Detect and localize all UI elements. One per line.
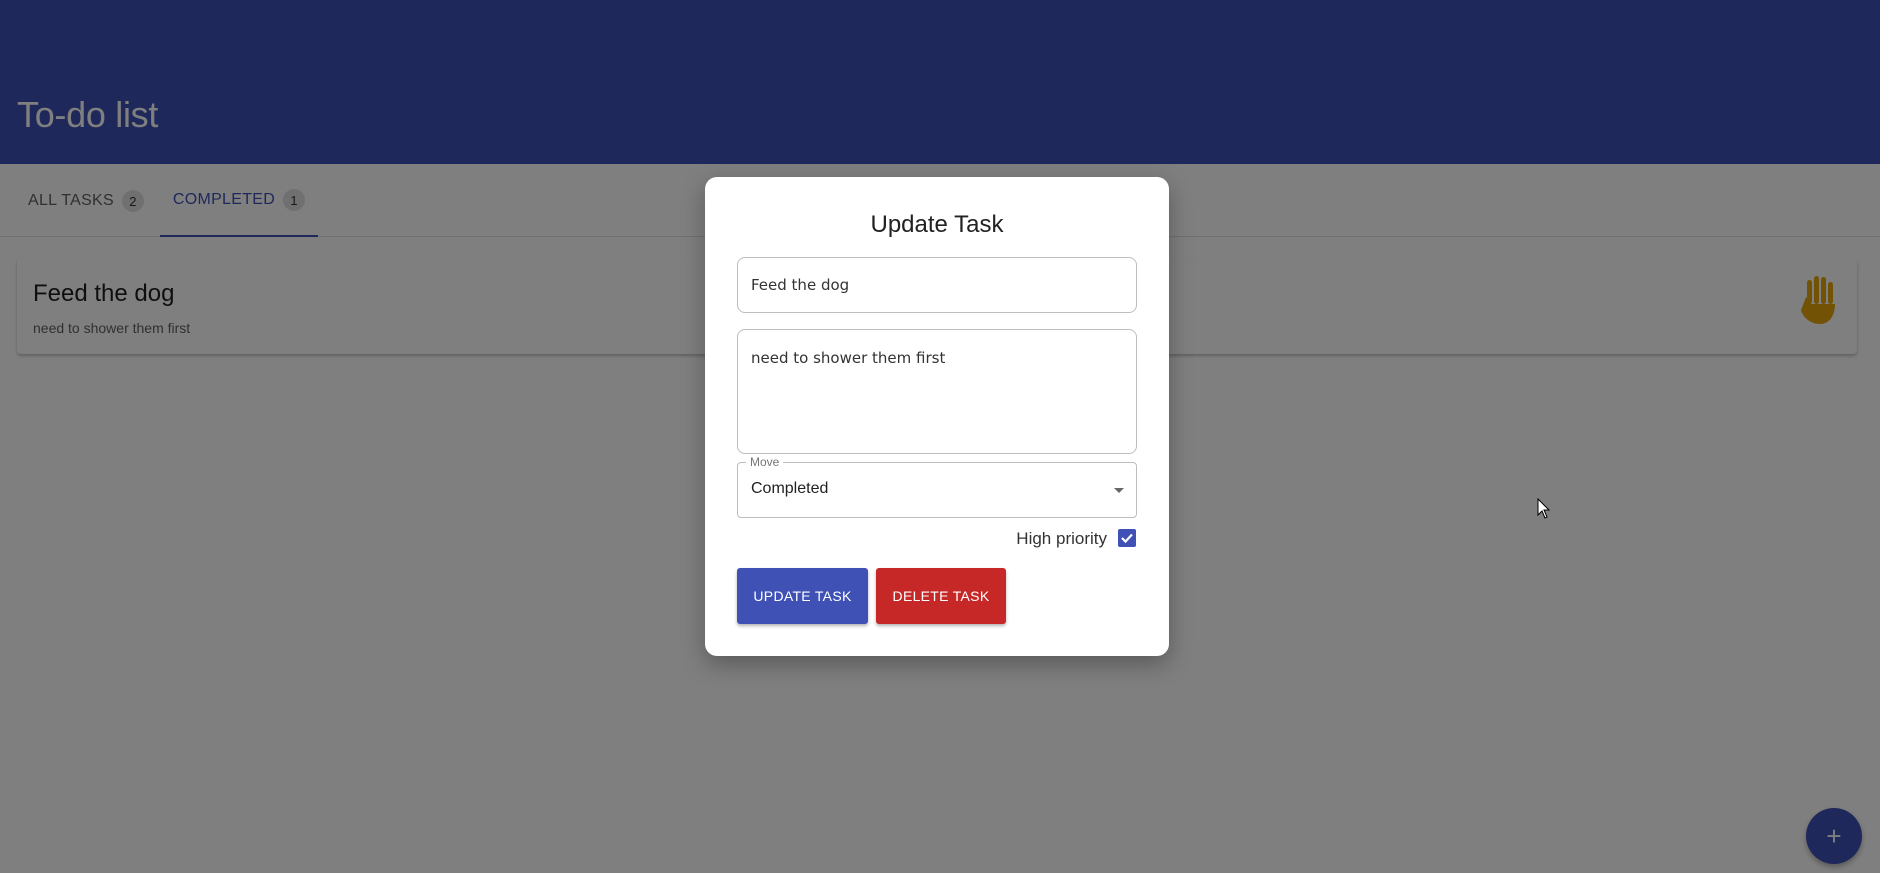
- update-task-dialog: Update Task Feed the dog need to shower …: [705, 177, 1169, 656]
- high-priority-label: High priority: [1016, 529, 1107, 548]
- check-icon: [1121, 533, 1133, 544]
- move-select-value: Completed: [751, 480, 829, 497]
- mouse-cursor-icon: [1537, 498, 1551, 519]
- move-select-label: Move: [746, 455, 784, 469]
- task-description-textarea[interactable]: need to shower them first: [737, 329, 1137, 454]
- chevron-down-icon: [1114, 488, 1124, 493]
- delete-task-button[interactable]: Delete Task: [876, 568, 1006, 624]
- task-title-input[interactable]: Feed the dog: [737, 257, 1137, 313]
- move-select[interactable]: Move Completed: [737, 455, 1137, 518]
- dialog-title: Update Task: [870, 211, 1004, 238]
- update-task-button[interactable]: Update Task: [737, 568, 868, 624]
- high-priority-checkbox[interactable]: [1118, 529, 1136, 547]
